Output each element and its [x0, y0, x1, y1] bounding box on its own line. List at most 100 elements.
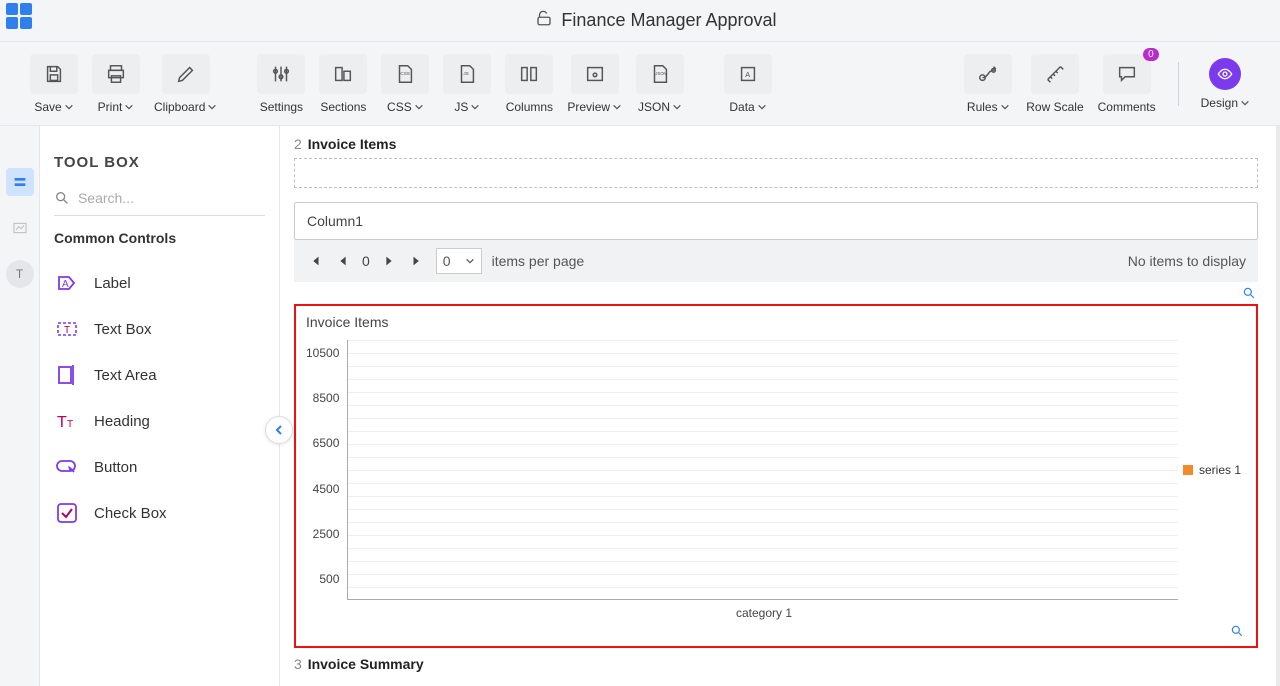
section-2-dropzone[interactable]	[294, 158, 1258, 188]
sections-button[interactable]: Sections	[319, 54, 367, 114]
pager-prev-button[interactable]	[334, 252, 352, 270]
legend-label: series 1	[1199, 463, 1241, 477]
columns-icon	[505, 54, 553, 94]
chart-legend: series 1	[1178, 340, 1246, 600]
save-button[interactable]: Save	[30, 54, 78, 114]
js-file-icon: JS	[443, 54, 491, 94]
pager-page-number: 0	[362, 253, 370, 269]
rules-button[interactable]: Rules	[964, 54, 1012, 114]
apps-grid-icon[interactable]	[6, 3, 32, 29]
rail-tab-text[interactable]: T	[6, 260, 34, 288]
control-label-text: Label	[94, 275, 131, 292]
pencil-icon	[162, 54, 210, 94]
svg-text:T: T	[57, 414, 67, 431]
svg-text:A: A	[62, 279, 69, 290]
sections-icon	[319, 54, 367, 94]
search-input[interactable]	[78, 190, 265, 206]
comments-badge: 0	[1143, 48, 1159, 61]
clipboard-button[interactable]: Clipboard	[154, 54, 217, 114]
chevron-down-icon	[470, 102, 480, 112]
css-button[interactable]: CSS CSS	[381, 54, 429, 114]
control-label-text: Text Box	[94, 321, 152, 338]
grid-column-header[interactable]: Column1	[294, 202, 1258, 240]
print-button[interactable]: Print	[92, 54, 140, 114]
data-button[interactable]: A Data	[724, 54, 772, 114]
comment-icon: 0	[1103, 54, 1151, 94]
items-per-page-select[interactable]: 0	[436, 248, 482, 274]
control-textbox[interactable]: T Text Box	[54, 306, 265, 352]
preview-button[interactable]: Preview	[567, 54, 622, 114]
textbox-icon: T	[54, 316, 80, 342]
side-rail: T	[0, 126, 40, 686]
chart-zoom-button[interactable]	[306, 620, 1246, 642]
chevron-down-icon	[672, 102, 682, 112]
control-label[interactable]: A Label	[54, 260, 265, 306]
data-icon: A	[724, 54, 772, 94]
settings-button[interactable]: Settings	[257, 54, 305, 114]
toolbox-panel: TOOL BOX Common Controls A Label T Text …	[40, 126, 280, 686]
chevron-down-icon	[207, 102, 217, 112]
rail-tab-chart[interactable]	[6, 214, 34, 242]
svg-text:CSS: CSS	[401, 70, 410, 75]
chevron-down-icon	[414, 102, 424, 112]
chevron-down-icon	[612, 102, 622, 112]
textarea-icon	[54, 362, 80, 388]
js-button[interactable]: JS JS	[443, 54, 491, 114]
css-file-icon: CSS	[381, 54, 429, 94]
checkbox-icon	[54, 500, 80, 526]
chart-plot-area	[347, 340, 1178, 600]
control-checkbox[interactable]: Check Box	[54, 490, 265, 536]
chart-container[interactable]: Invoice Items 10500 8500 6500 4500 2500 …	[294, 304, 1258, 648]
control-heading[interactable]: TT Heading	[54, 398, 265, 444]
chevron-left-icon	[273, 424, 285, 436]
grid-zoom-button[interactable]	[294, 282, 1258, 304]
sliders-icon	[257, 54, 305, 94]
flow-icon	[964, 54, 1012, 94]
columns-button[interactable]: Columns	[505, 54, 553, 114]
pager-first-button[interactable]	[306, 252, 324, 270]
comments-button[interactable]: 0 Comments	[1098, 54, 1156, 114]
pager-empty-message: No items to display	[1128, 253, 1246, 269]
toolbox-search[interactable]	[54, 189, 265, 216]
grid-pager: 0 0 items per page No items to display	[294, 240, 1258, 282]
button-icon	[54, 454, 80, 480]
app-header: Finance Manager Approval	[0, 0, 1280, 42]
svg-text:T: T	[67, 419, 73, 430]
print-icon	[92, 54, 140, 94]
design-mode-button[interactable]: Design	[1201, 58, 1250, 110]
label-icon: A	[54, 270, 80, 296]
svg-text:A: A	[745, 69, 750, 78]
chevron-down-icon	[1000, 102, 1010, 112]
common-controls-heading: Common Controls	[54, 230, 265, 246]
divider	[1178, 62, 1179, 106]
svg-text:T: T	[64, 325, 70, 336]
chevron-down-icon	[465, 256, 475, 266]
control-label-text: Check Box	[94, 505, 167, 522]
rail-tab-controls[interactable]	[6, 168, 34, 196]
chart-x-axis: category 1	[352, 600, 1176, 620]
save-icon	[30, 54, 78, 94]
page-title: Finance Manager Approval	[561, 10, 776, 31]
json-button[interactable]: JSON JSON	[636, 54, 684, 114]
svg-text:JS: JS	[464, 70, 469, 75]
preview-icon	[571, 54, 619, 94]
section-3-header[interactable]: 3 Invoice Summary	[294, 656, 1258, 672]
control-button[interactable]: Button	[54, 444, 265, 490]
row-scale-button[interactable]: Row Scale	[1026, 54, 1083, 114]
chevron-down-icon	[124, 102, 134, 112]
chart-title: Invoice Items	[306, 314, 1246, 330]
unlocked-icon	[535, 9, 553, 32]
pager-last-button[interactable]	[408, 252, 426, 270]
eye-icon	[1209, 58, 1241, 90]
control-label-text: Text Area	[94, 367, 157, 384]
collapse-panel-button[interactable]	[265, 416, 293, 444]
chevron-down-icon	[757, 102, 767, 112]
heading-icon: TT	[54, 408, 80, 434]
chevron-down-icon	[1240, 98, 1250, 108]
pager-next-button[interactable]	[380, 252, 398, 270]
section-2-header[interactable]: 2 Invoice Items	[294, 136, 1258, 152]
control-textarea[interactable]: Text Area	[54, 352, 265, 398]
legend-swatch-icon	[1183, 465, 1193, 475]
ruler-icon	[1031, 54, 1079, 94]
chevron-down-icon	[64, 102, 74, 112]
